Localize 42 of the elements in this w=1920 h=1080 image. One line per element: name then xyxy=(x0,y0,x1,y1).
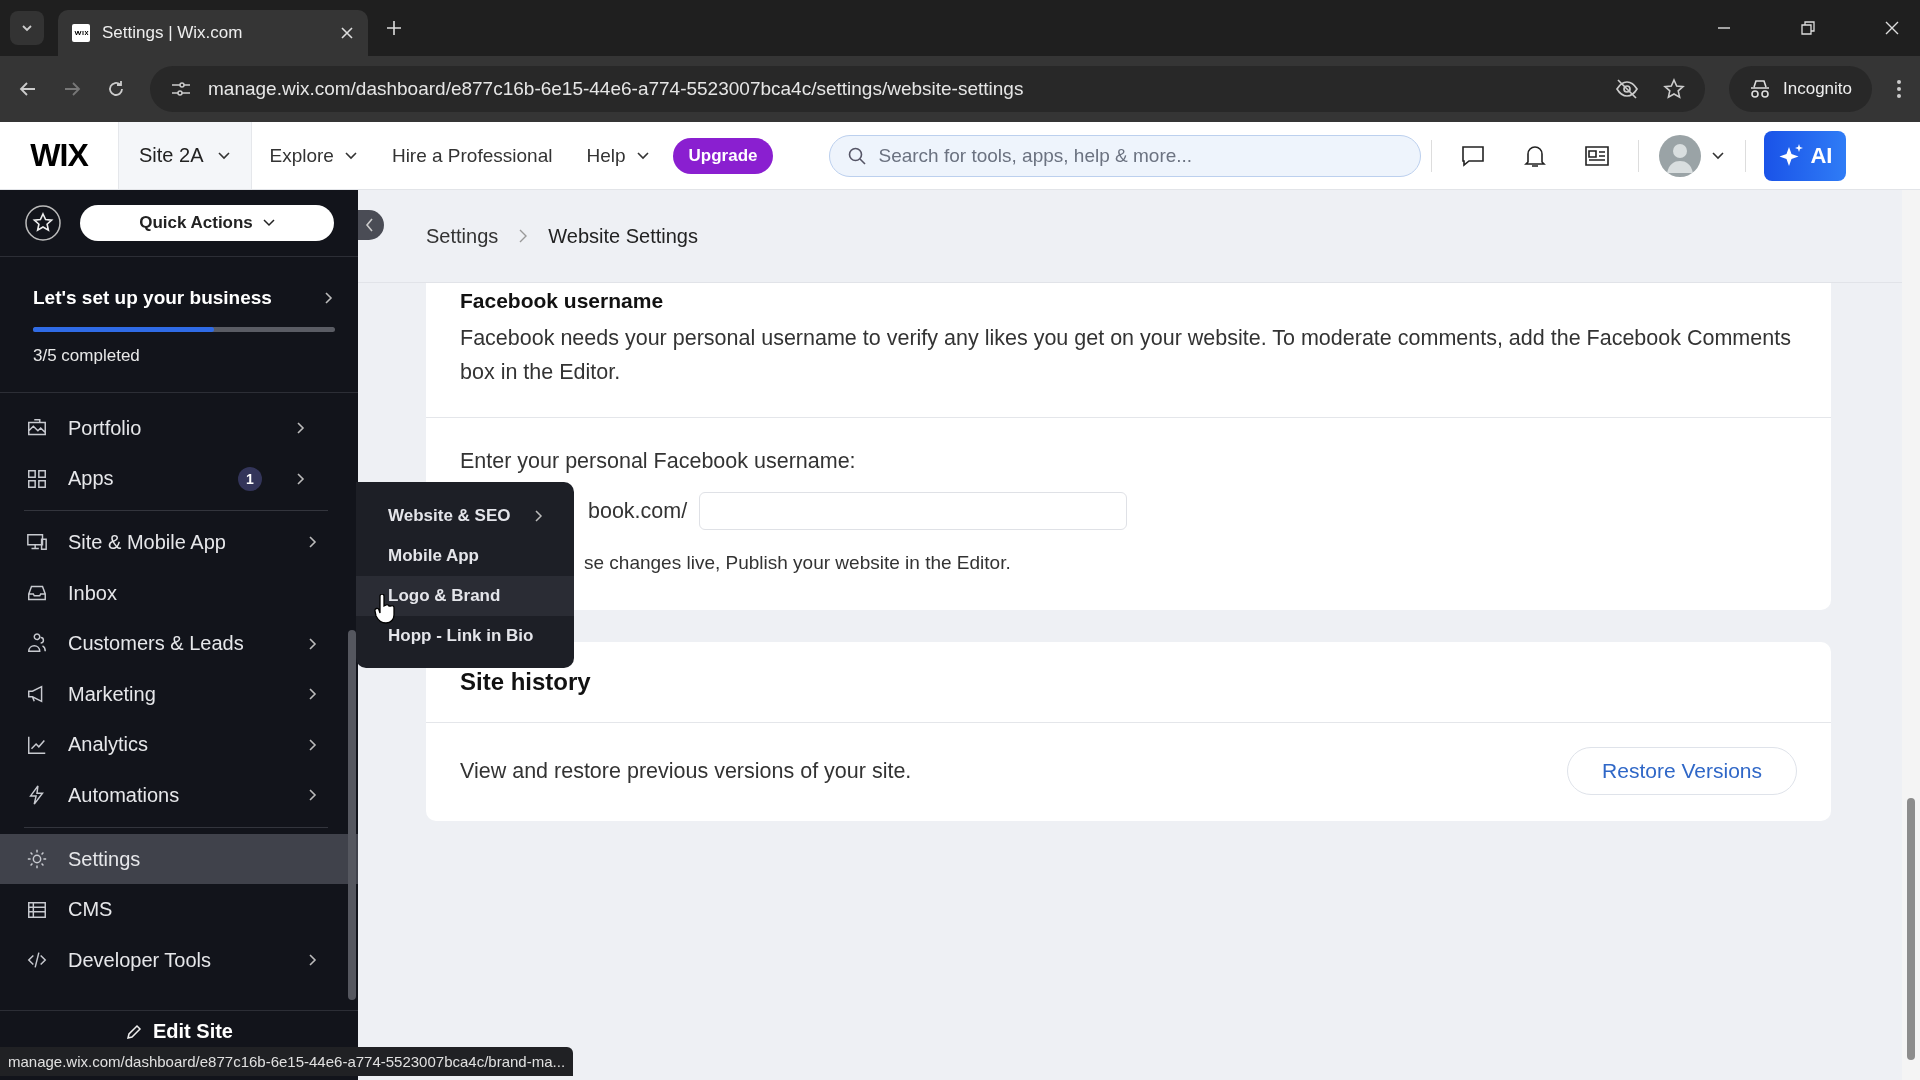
tab-title: Settings | Wix.com xyxy=(102,23,244,43)
breadcrumb-link[interactable]: Settings xyxy=(426,224,499,248)
sidebar-item[interactable]: Portfolio xyxy=(0,403,346,454)
sidebar-item[interactable]: Marketing xyxy=(0,668,358,720)
field-label: Enter your personal Facebook username: xyxy=(460,448,856,475)
site-selector[interactable]: Site 2A xyxy=(118,122,253,189)
nav-menu-item[interactable]: Hire a Professional xyxy=(374,144,570,167)
address-bar[interactable]: manage.wix.com/dashboard/e877c16b-6e15-44e6-a774-5523007bca4c/settings/website-settings xyxy=(150,66,1705,112)
description-text: View and restore previous versions of your site. xyxy=(460,758,912,785)
sidebar-item[interactable]: Automations xyxy=(0,770,358,821)
count-badge: 1 xyxy=(238,466,262,491)
submenu-item[interactable]: Website & SEO xyxy=(356,496,574,536)
hint-text: se changes live, Publish your website in the Editor. xyxy=(584,551,1011,575)
logo-text[interactable]: WIX xyxy=(0,137,118,174)
upgrade-button[interactable]: Upgrade xyxy=(672,137,774,174)
edit-site-button[interactable]: Edit Site xyxy=(119,1019,239,1044)
url-text: manage.wix.com/dashboard/e877c16b-6e15-44e6-a774-5523007bca4c/settings/website-settings xyxy=(208,78,1024,100)
sidebar-item[interactable]: Site & Mobile App xyxy=(0,517,358,568)
sidebar-item[interactable]: CMS xyxy=(0,884,358,935)
sidebar-item[interactable]: Inbox xyxy=(0,567,358,619)
sidebar-item[interactable]: Customers & Leads xyxy=(0,618,358,669)
sidebar-item[interactable]: Apps 1 xyxy=(0,453,346,505)
restore-versions-button[interactable]: Restore Versions xyxy=(1567,747,1797,795)
submenu-item[interactable]: Logo & Brand xyxy=(356,576,574,616)
quick-actions-button[interactable]: Quick Actions xyxy=(80,205,334,241)
submenu-item[interactable]: Mobile App xyxy=(356,536,574,576)
sidebar-item[interactable]: Settings xyxy=(0,833,358,885)
incognito-button[interactable]: Incognito xyxy=(1729,66,1872,112)
nav-menu-item[interactable]: Explore xyxy=(252,144,375,167)
sidebar-item[interactable]: Analytics xyxy=(0,719,358,771)
browser-tab[interactable]: Settings | Wix.com xyxy=(58,10,368,56)
progress-status: 3/5 completed xyxy=(33,346,141,366)
status-url: manage.wix.com/dashboard/e877c16b-6e15-44e6-a774-5523007bca4c/brand-ma... xyxy=(0,1047,574,1076)
description-text: Facebook needs your personal username to verify any likes you get on your website. To moderate comments, add the Facebook Comments box in the Editor. xyxy=(460,325,1792,386)
nav-menu-item[interactable]: Help xyxy=(569,144,667,167)
search-field[interactable]: Search for tools, apps, help & more... xyxy=(829,134,1422,177)
url-prefix: book.com/ xyxy=(588,498,688,525)
section-heading: Facebook username xyxy=(460,289,665,313)
sidebar-item[interactable]: Developer Tools xyxy=(0,934,358,986)
setup-title[interactable]: Let's set up your business xyxy=(33,287,272,309)
breadcrumb-current: Website Settings xyxy=(548,224,698,248)
ai-button[interactable]: AI xyxy=(1764,130,1847,181)
